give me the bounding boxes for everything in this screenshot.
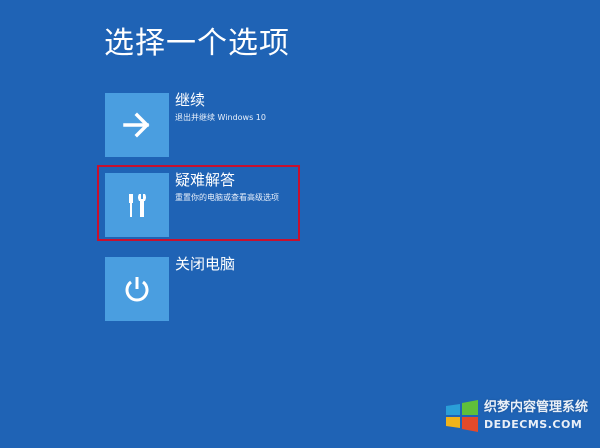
option-shutdown[interactable]: 关闭电脑 — [105, 255, 305, 323]
power-icon — [125, 277, 149, 302]
windows-logo-icon — [446, 400, 478, 432]
option-troubleshoot-tile[interactable] — [105, 173, 169, 237]
page-title: 选择一个选项 — [104, 26, 290, 61]
arrow-right-icon — [123, 112, 150, 138]
option-continue-tile[interactable] — [105, 93, 169, 157]
option-troubleshoot-description: 重置你的电脑或查看高级选项 — [175, 193, 279, 202]
option-shutdown-tile[interactable] — [105, 257, 169, 321]
option-continue-description: 退出并继续 Windows 10 — [175, 113, 266, 122]
watermark-text: 织梦内容管理系统 — [484, 400, 589, 415]
recovery-screen: 选择一个选项 继续 退出并继续 Windows 10 疑难解答 重置你的电脑或查… — [0, 0, 600, 448]
option-troubleshoot-label: 疑难解答 — [175, 171, 236, 189]
option-continue-label: 继续 — [175, 91, 206, 109]
watermark: 织梦内容管理系统 DEDECMS.COM — [444, 394, 594, 444]
option-shutdown-label: 关闭电脑 — [175, 255, 236, 273]
option-continue[interactable]: 继续 退出并继续 Windows 10 — [105, 91, 305, 159]
tools-icon — [129, 194, 146, 217]
option-troubleshoot[interactable]: 疑难解答 重置你的电脑或查看高级选项 — [105, 171, 305, 239]
watermark-domain: DEDECMS.COM — [484, 418, 583, 431]
